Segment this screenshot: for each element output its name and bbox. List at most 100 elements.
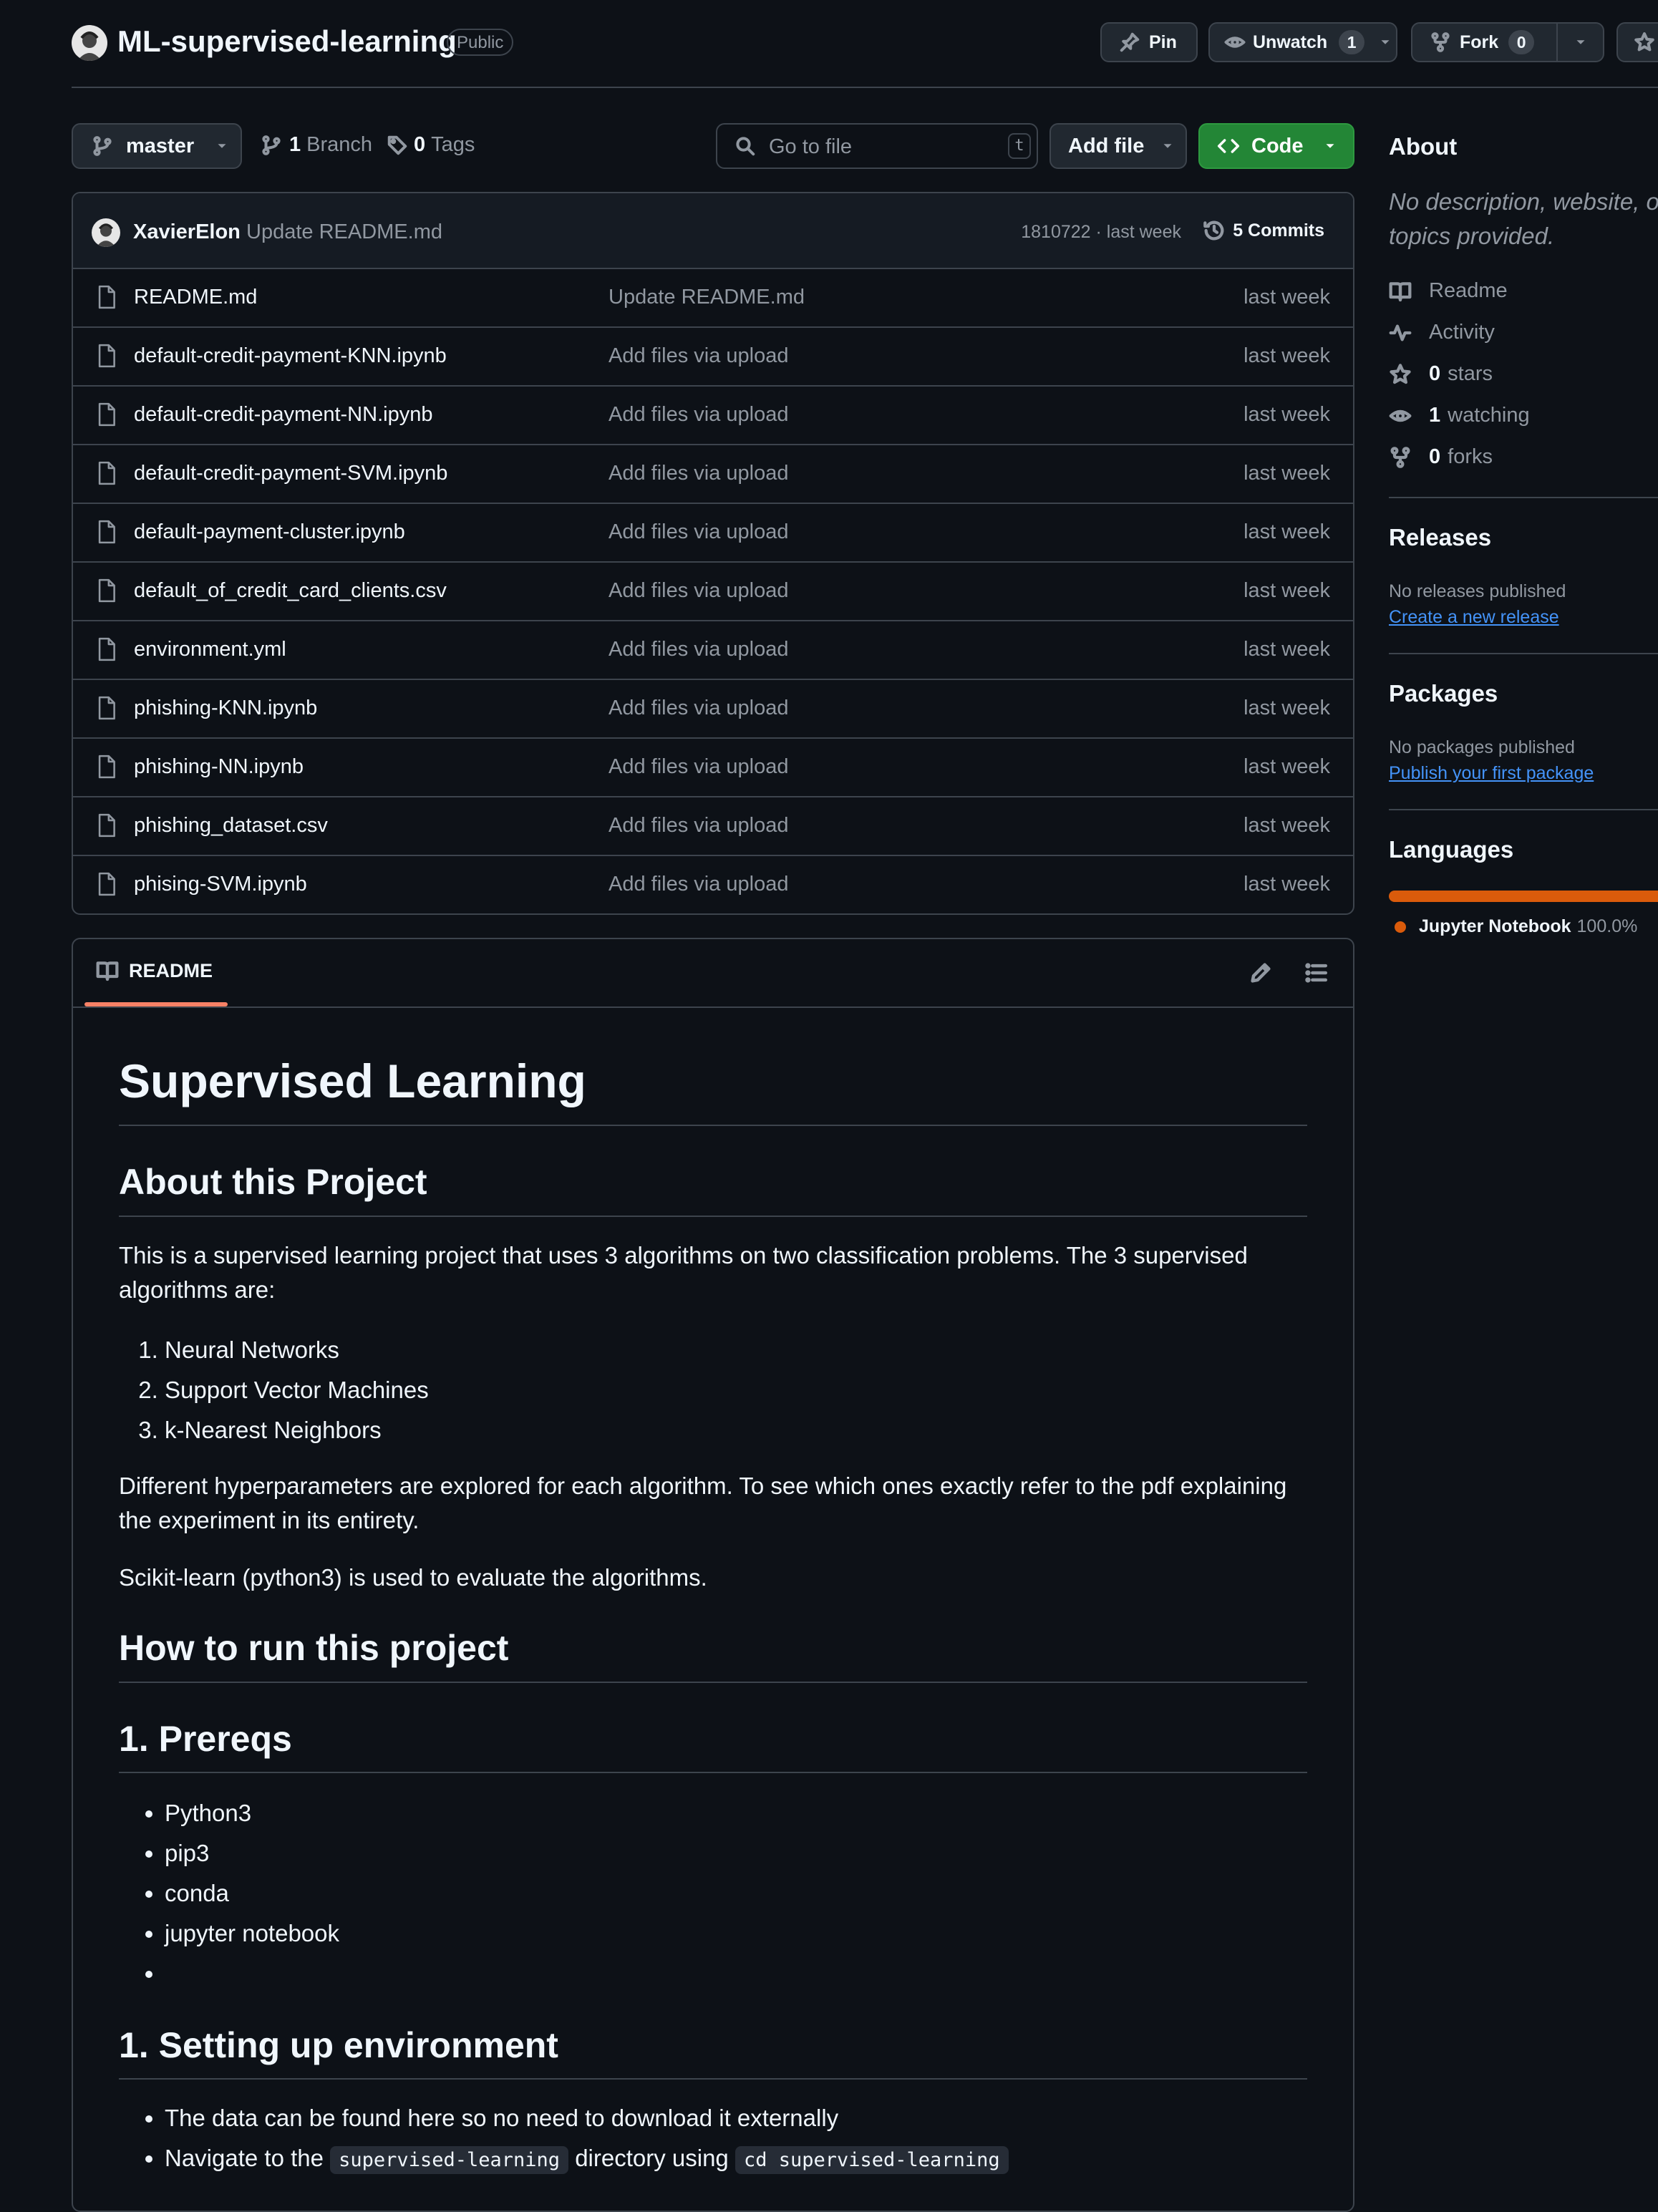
- file-name[interactable]: phising-SVM.ipynb: [134, 873, 307, 896]
- file-commit-message[interactable]: Add files via upload: [609, 403, 789, 427]
- list-item: conda: [165, 1873, 1353, 1913]
- eye-icon: [1224, 37, 1246, 48]
- file-name[interactable]: default-credit-payment-NN.ipynb: [134, 403, 432, 427]
- chevron-down-icon: [1326, 144, 1334, 148]
- language-item[interactable]: Jupyter Notebook 100.0%: [1395, 916, 1637, 937]
- file-name[interactable]: default_of_credit_card_clients.csv: [134, 579, 447, 603]
- sidebar-divider: [1389, 497, 1658, 498]
- setup-text: Navigate to the: [165, 2145, 324, 2171]
- file-row[interactable]: default-payment-cluster.ipynb Add files …: [73, 504, 1353, 563]
- file-name[interactable]: phishing-KNN.ipynb: [134, 697, 317, 720]
- stars-link[interactable]: 0 stars: [1389, 362, 1493, 386]
- create-release-link[interactable]: Create a new release: [1389, 607, 1559, 628]
- file-commit-message[interactable]: Add files via upload: [609, 462, 789, 485]
- file-commit-time: last week: [1244, 344, 1330, 367]
- file-commit-message[interactable]: Add files via upload: [609, 579, 789, 603]
- file-icon: [98, 696, 115, 720]
- branch-selector[interactable]: master: [72, 123, 242, 169]
- repo-avatar[interactable]: [72, 25, 107, 61]
- file-commit-time: last week: [1244, 462, 1330, 485]
- file-commit-message[interactable]: Add files via upload: [609, 755, 789, 779]
- commit-message[interactable]: Update README.md: [246, 220, 442, 244]
- file-commit-message[interactable]: Add files via upload: [609, 814, 789, 838]
- language-bar: [1389, 891, 1658, 902]
- go-to-file-input[interactable]: Go to file t: [716, 123, 1038, 169]
- branches-link[interactable]: 1 Branch: [261, 133, 372, 157]
- file-row[interactable]: default-credit-payment-SVM.ipynb Add fil…: [73, 445, 1353, 504]
- commit-author[interactable]: XavierElon: [133, 220, 241, 244]
- readme-h1: Supervised Learning: [119, 1054, 586, 1107]
- chevron-down-icon: [218, 144, 226, 148]
- readme-tab[interactable]: README: [96, 959, 213, 982]
- file-row[interactable]: default-credit-payment-KNN.ipynb Add fil…: [73, 328, 1353, 387]
- header-divider: [72, 87, 1658, 88]
- code-label: Code: [1251, 134, 1304, 157]
- tags-link[interactable]: 0 Tags: [387, 133, 475, 157]
- watching-link[interactable]: 1 watching: [1389, 404, 1530, 427]
- packages-title[interactable]: Packages: [1389, 680, 1498, 707]
- chevron-down-icon: [1381, 40, 1390, 44]
- pin-button[interactable]: Pin: [1100, 22, 1198, 62]
- file-commit-message[interactable]: Add files via upload: [609, 520, 789, 544]
- file-name[interactable]: README.md: [134, 286, 257, 309]
- file-name[interactable]: phishing-NN.ipynb: [134, 755, 304, 779]
- add-file-button[interactable]: Add file: [1049, 123, 1187, 169]
- list-item: Neural Networks: [165, 1330, 1353, 1370]
- chevron-down-icon[interactable]: [1573, 34, 1589, 50]
- readme-link[interactable]: Readme: [1389, 279, 1508, 303]
- releases-empty: No releases published: [1389, 581, 1566, 601]
- unwatch-button[interactable]: Unwatch 1: [1208, 22, 1397, 62]
- file-name[interactable]: default-credit-payment-SVM.ipynb: [134, 462, 447, 485]
- file-table: XavierElon Update README.md 1810722 · la…: [72, 192, 1354, 915]
- file-commit-message[interactable]: Update README.md: [609, 286, 805, 309]
- fork-count: 0: [1508, 30, 1535, 54]
- file-icon: [98, 872, 115, 896]
- file-icon: [98, 637, 115, 661]
- file-commit-message[interactable]: Add files via upload: [609, 697, 789, 720]
- branch-icon: [93, 136, 112, 156]
- file-commit-message[interactable]: Add files via upload: [609, 638, 789, 661]
- commits-link[interactable]: 5 Commits: [1203, 219, 1324, 242]
- file-row[interactable]: README.md Update README.md last week: [73, 269, 1353, 328]
- file-commit-message[interactable]: Add files via upload: [609, 344, 789, 368]
- language-color-dot: [1395, 921, 1406, 933]
- file-name[interactable]: default-payment-cluster.ipynb: [134, 520, 405, 544]
- file-name[interactable]: phishing_dataset.csv: [134, 814, 328, 838]
- branch-name: master: [126, 134, 195, 157]
- file-row[interactable]: default-credit-payment-NN.ipynb Add file…: [73, 387, 1353, 445]
- file-row[interactable]: phishing-NN.ipynb Add files via upload l…: [73, 739, 1353, 797]
- file-row[interactable]: phising-SVM.ipynb Add files via upload l…: [73, 856, 1353, 913]
- forks-link[interactable]: 0 forks: [1389, 445, 1493, 469]
- search-icon: [736, 137, 755, 156]
- fork-icon: [1431, 32, 1450, 52]
- file-commit-time: last week: [1244, 873, 1330, 896]
- file-row[interactable]: phishing-KNN.ipynb Add files via upload …: [73, 680, 1353, 739]
- publish-package-link[interactable]: Publish your first package: [1389, 763, 1594, 784]
- h2-prereqs-rule: [119, 1772, 1307, 1773]
- activity-link[interactable]: Activity: [1389, 321, 1495, 344]
- list-item: Python3: [165, 1793, 1353, 1833]
- releases-title[interactable]: Releases: [1389, 524, 1491, 551]
- file-row[interactable]: phishing_dataset.csv Add files via uploa…: [73, 797, 1353, 856]
- star-button[interactable]: [1616, 22, 1658, 62]
- watching-label: watching: [1448, 404, 1530, 427]
- file-icon: [98, 461, 115, 485]
- file-name[interactable]: default-credit-payment-KNN.ipynb: [134, 344, 447, 368]
- file-row[interactable]: environment.yml Add files via upload las…: [73, 621, 1353, 680]
- file-row[interactable]: default_of_credit_card_clients.csv Add f…: [73, 563, 1353, 621]
- edit-pencil-icon[interactable]: [1249, 961, 1273, 985]
- file-name[interactable]: environment.yml: [134, 638, 286, 661]
- visibility-badge: Public: [447, 29, 514, 56]
- file-commit-time: last week: [1244, 814, 1330, 837]
- about-title: About: [1389, 133, 1458, 160]
- fork-button[interactable]: Fork 0: [1411, 22, 1604, 62]
- setup-text: directory using: [575, 2145, 729, 2171]
- commit-hash-time[interactable]: 1810722 · last week: [1021, 222, 1181, 243]
- forks-label: forks: [1448, 445, 1493, 468]
- code-button[interactable]: Code: [1198, 123, 1354, 169]
- outline-list-icon[interactable]: [1304, 961, 1329, 985]
- commit-author-avatar[interactable]: [92, 218, 120, 247]
- file-commit-message[interactable]: Add files via upload: [609, 873, 789, 896]
- eye-icon: [1389, 409, 1412, 422]
- repo-name[interactable]: ML-supervised-learning: [117, 24, 457, 59]
